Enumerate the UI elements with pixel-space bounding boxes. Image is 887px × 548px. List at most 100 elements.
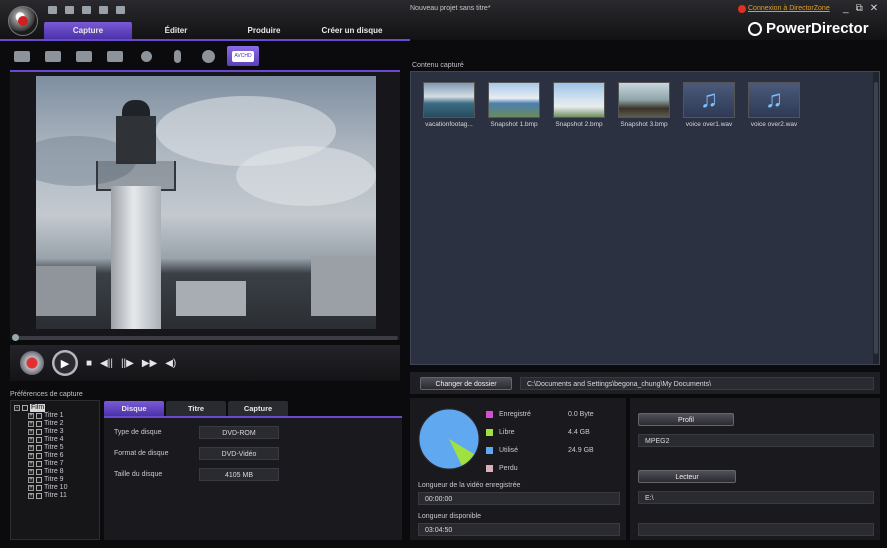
disc-type-label: Type de disque — [114, 429, 162, 436]
open-folder-icon[interactable] — [116, 6, 125, 14]
media-item[interactable]: vacationfootag... — [421, 82, 477, 128]
stop-button[interactable]: ■ — [86, 358, 92, 369]
microphone-icon[interactable] — [165, 47, 189, 65]
profile-field[interactable]: MPEG2 — [638, 434, 874, 447]
tree-item-title[interactable]: + Titre 3 — [28, 428, 99, 436]
webcam-icon[interactable] — [134, 47, 158, 65]
checkbox[interactable] — [36, 461, 42, 467]
media-item-label: vacationfootag... — [425, 121, 473, 128]
tv-icon[interactable] — [72, 47, 96, 65]
expand-icon[interactable]: + — [28, 485, 34, 491]
tree-item-title[interactable]: + Titre 7 — [28, 460, 99, 468]
save-icon[interactable] — [99, 6, 108, 14]
play-button[interactable]: ▶ — [52, 350, 78, 376]
expand-icon[interactable]: + — [28, 437, 34, 443]
minimize-button[interactable]: _ — [843, 3, 849, 14]
media-item[interactable]: Snapshot 1.bmp — [486, 82, 542, 128]
seek-bar[interactable] — [14, 336, 398, 340]
checkbox[interactable] — [36, 429, 42, 435]
previous-frame-button[interactable]: ◀|| — [100, 358, 113, 369]
dv-camcorder-icon[interactable] — [10, 47, 34, 65]
media-item[interactable]: ♫ voice over2.wav — [746, 82, 802, 128]
cd-icon[interactable] — [196, 47, 220, 65]
checkbox[interactable] — [36, 477, 42, 483]
expand-icon[interactable]: + — [28, 469, 34, 475]
collapse-icon[interactable]: - — [14, 405, 20, 411]
seek-handle[interactable] — [12, 334, 19, 341]
legend-recorded-value: 0.0 Byte — [568, 411, 594, 418]
profile-button[interactable]: Profil — [638, 413, 734, 426]
window-title: Nouveau projet sans titre* — [410, 5, 491, 12]
checkbox[interactable] — [36, 421, 42, 427]
tab-title[interactable]: Titre — [166, 401, 226, 416]
tab-capture-settings[interactable]: Capture — [228, 401, 288, 416]
tree-item-title[interactable]: + Titre 2 — [28, 420, 99, 428]
media-item[interactable]: ♫ voice over1.wav — [681, 82, 737, 128]
media-item-label: Snapshot 1.bmp — [490, 121, 538, 128]
recorded-length-label: Longueur de la vidéo enregistrée — [418, 482, 521, 489]
tree-item-title[interactable]: + Titre 6 — [28, 452, 99, 460]
record-button[interactable] — [20, 351, 44, 375]
expand-icon[interactable]: + — [28, 493, 34, 499]
brand-name: PowerDirector — [766, 20, 869, 37]
hdv-camcorder-icon[interactable] — [41, 47, 65, 65]
tree-item-title[interactable]: + Titre 5 — [28, 444, 99, 452]
tree-item-label: Titre 2 — [44, 420, 64, 427]
reader-field[interactable]: E:\ — [638, 491, 874, 504]
legend-recorded: Enregistré — [486, 411, 531, 418]
digital-tv-icon[interactable] — [103, 47, 127, 65]
checkbox[interactable] — [36, 453, 42, 459]
checkbox[interactable] — [36, 437, 42, 443]
captured-content-label: Contenu capturé — [412, 62, 464, 69]
checkbox[interactable] — [36, 445, 42, 451]
tree-item-title[interactable]: + Titre 9 — [28, 476, 99, 484]
folder-path-field[interactable]: C:\Documents and Settings\begona_chung\M… — [520, 377, 874, 390]
disc-format-value: DVD-Vidéo — [199, 447, 279, 460]
avchd-icon[interactable]: AVCHD — [227, 46, 259, 66]
tree-item-label: Titre 11 — [44, 492, 67, 499]
tree-item-label: Titre 10 — [44, 484, 68, 491]
media-item-label: voice over2.wav — [750, 121, 798, 128]
volume-button[interactable]: ◀) — [165, 358, 176, 369]
checkbox[interactable] — [36, 413, 42, 419]
content-scroll-thumb[interactable] — [874, 82, 878, 354]
tree-root[interactable]: - Film — [14, 404, 99, 412]
tree-item-title[interactable]: + Titre 4 — [28, 436, 99, 444]
tab-produce[interactable]: Produire — [220, 22, 308, 39]
change-folder-button[interactable]: Changer de dossier — [420, 377, 512, 390]
tab-capture[interactable]: Capture — [44, 22, 132, 39]
tree-item-title[interactable]: + Titre 1 — [28, 412, 99, 420]
reader-button[interactable]: Lecteur — [638, 470, 736, 483]
media-item[interactable]: Snapshot 3.bmp — [616, 82, 672, 128]
expand-icon[interactable]: + — [28, 445, 34, 451]
expand-icon[interactable]: + — [28, 413, 34, 419]
powerdirector-logo-icon — [748, 21, 762, 36]
checkbox[interactable] — [36, 485, 42, 491]
restore-button[interactable]: ⧉ — [856, 3, 863, 14]
checkbox[interactable] — [22, 405, 28, 411]
expand-icon[interactable]: + — [28, 421, 34, 427]
close-button[interactable]: ✕ — [870, 3, 878, 14]
app-logo-icon[interactable] — [8, 6, 38, 36]
tree-item-title[interactable]: + Titre 11 — [28, 492, 99, 500]
new-project-icon[interactable] — [48, 6, 57, 14]
player-controls: ▶ ■ ◀|| ||▶ ▶▶ ◀) — [10, 345, 400, 381]
directorzone-link[interactable]: Connexion à DirectorZone — [748, 5, 830, 12]
expand-icon[interactable]: + — [28, 461, 34, 467]
tree-item-title[interactable]: + Titre 8 — [28, 468, 99, 476]
tab-create-disc[interactable]: Créer un disque — [308, 22, 396, 39]
checkbox[interactable] — [36, 469, 42, 475]
checkbox[interactable] — [36, 493, 42, 499]
undo-icon[interactable] — [65, 6, 74, 14]
fast-forward-button[interactable]: ▶▶ — [142, 358, 157, 369]
tab-edit[interactable]: Éditer — [132, 22, 220, 39]
expand-icon[interactable]: + — [28, 429, 34, 435]
tree-item-label: Titre 1 — [44, 412, 64, 419]
media-item[interactable]: Snapshot 2.bmp — [551, 82, 607, 128]
redo-icon[interactable] — [82, 6, 91, 14]
next-frame-button[interactable]: ||▶ — [121, 358, 134, 369]
expand-icon[interactable]: + — [28, 453, 34, 459]
expand-icon[interactable]: + — [28, 477, 34, 483]
tree-item-title[interactable]: + Titre 10 — [28, 484, 99, 492]
tab-disc[interactable]: Disque — [104, 401, 164, 416]
